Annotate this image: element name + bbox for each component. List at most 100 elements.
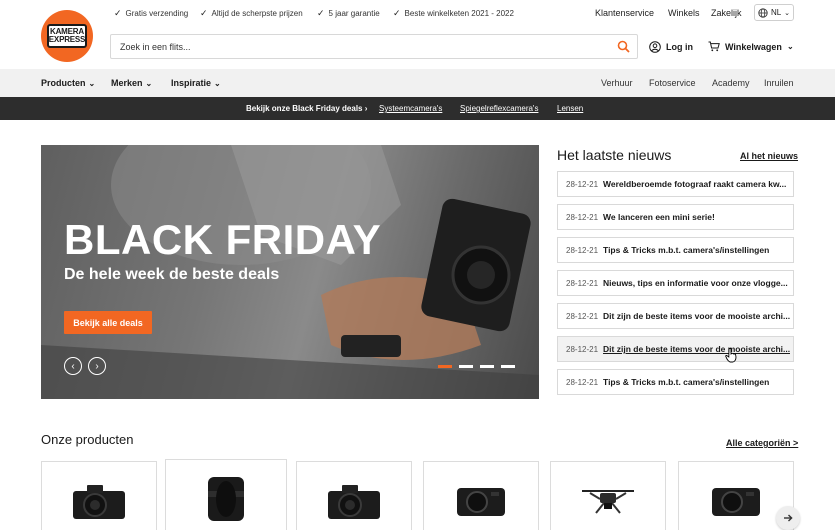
check-icon: ✓ xyxy=(393,8,401,18)
drone-icon xyxy=(582,490,634,514)
usp-warranty: ✓ 5 jaar garantie xyxy=(317,8,380,19)
kamera-express-logo[interactable]: KAMERA EXPRESS xyxy=(41,10,93,62)
search-bar[interactable]: Zoek in een flits... xyxy=(110,34,638,59)
product-card[interactable] xyxy=(423,461,539,530)
news-item[interactable]: 28-12-21 Tips & Tricks m.b.t. camera's/in… xyxy=(557,369,794,395)
usp-prices: ✓ Altijd de scherpste prijzen xyxy=(200,8,303,19)
search-input[interactable]: Zoek in een flits... xyxy=(120,42,191,52)
promo-link-lensen[interactable]: Lensen xyxy=(557,104,583,113)
slide-indicator-3[interactable] xyxy=(480,365,494,368)
hero-prev-button[interactable]: ‹ xyxy=(64,357,82,375)
slide-indicator-4[interactable] xyxy=(501,365,515,368)
nav-verhuur[interactable]: Verhuur xyxy=(601,78,633,88)
mirrorless-camera-icon xyxy=(73,485,125,519)
nav-label: Inspiratie xyxy=(171,78,212,88)
news-date: 28-12-21 xyxy=(566,278,599,288)
promo-link-spiegelreflex[interactable]: Spiegelreflexcamera's xyxy=(460,104,538,113)
nav-producten[interactable]: Producten ⌄ xyxy=(41,78,95,88)
news-item[interactable]: 28-12-21 We lanceren een mini serie! xyxy=(557,204,794,230)
usp-label: 5 jaar garantie xyxy=(328,9,380,18)
news-date: 28-12-21 xyxy=(566,245,599,255)
link-winkels[interactable]: Winkels xyxy=(668,8,700,18)
product-card[interactable] xyxy=(550,461,666,530)
user-icon xyxy=(649,41,661,53)
news-all-link[interactable]: Al het nieuws xyxy=(740,151,798,161)
slide-indicator-1[interactable] xyxy=(438,365,452,368)
slide-indicator-2[interactable] xyxy=(459,365,473,368)
search-icon[interactable] xyxy=(617,40,630,53)
usp-label: Beste winkelketen 2021 - 2022 xyxy=(404,9,514,18)
nav-inruilen[interactable]: Inruilen xyxy=(764,78,794,88)
cart-icon xyxy=(708,41,720,52)
hero-next-button[interactable]: › xyxy=(88,357,106,375)
products-heading: Onze producten xyxy=(41,432,134,447)
language-label: NL xyxy=(770,8,782,17)
news-date: 28-12-21 xyxy=(566,212,599,222)
check-icon: ✓ xyxy=(317,8,325,18)
login-button[interactable]: Log in xyxy=(649,41,693,53)
cart-button[interactable]: Winkelwagen ⌄ xyxy=(708,41,794,52)
cart-label: Winkelwagen xyxy=(725,41,782,52)
chevron-right-icon: › xyxy=(364,104,368,113)
news-title: Tips & Tricks m.b.t. camera's/instelling… xyxy=(603,377,770,387)
language-selector[interactable]: NL ⌄ xyxy=(754,4,794,21)
check-icon: ✓ xyxy=(200,8,208,18)
news-title: Tips & Tricks m.b.t. camera's/instelling… xyxy=(603,245,770,255)
news-title: Dit zijn de beste items voor de mooiste … xyxy=(603,311,791,321)
news-item[interactable]: 28-12-21 Tips & Tricks m.b.t. camera's/in… xyxy=(557,237,794,263)
products-next-button[interactable] xyxy=(776,506,800,530)
news-item[interactable]: 28-12-21 Wereldberoemde fotograaf raakt c… xyxy=(557,171,794,197)
chevron-down-icon: ⌄ xyxy=(145,78,153,88)
usp-award: ✓ Beste winkelketen 2021 - 2022 xyxy=(393,8,514,19)
globe-icon xyxy=(758,7,768,18)
nav-academy[interactable]: Academy xyxy=(712,78,750,88)
news-date: 28-12-21 xyxy=(566,311,599,321)
product-card[interactable] xyxy=(165,459,287,530)
logo-badge: KAMERA EXPRESS xyxy=(47,24,87,48)
news-heading: Het laatste nieuws xyxy=(557,147,672,163)
hero-cta-button[interactable]: Bekijk alle deals xyxy=(64,311,152,334)
login-label: Log in xyxy=(666,42,693,52)
news-title: We lanceren een mini serie! xyxy=(603,212,715,222)
chevron-left-icon: ‹ xyxy=(71,360,75,372)
usp-shipping: ✓ Gratis verzending xyxy=(114,8,188,19)
check-icon: ✓ xyxy=(114,8,122,18)
nav-label: Producten xyxy=(41,78,86,88)
chevron-down-icon: ⌄ xyxy=(786,42,794,51)
link-klantenservice[interactable]: Klantenservice xyxy=(595,8,654,18)
product-card[interactable] xyxy=(296,461,412,530)
mirrorless-camera-icon xyxy=(328,485,380,519)
news-title: Nieuws, tips en informatie voor onze vlo… xyxy=(603,278,788,288)
usp-label: Altijd de scherpste prijzen xyxy=(211,9,303,18)
nav-merken[interactable]: Merken ⌄ xyxy=(111,78,152,88)
hero-title: BLACK FRIDAY xyxy=(64,216,382,263)
compact-camera-icon xyxy=(457,488,505,516)
news-date: 28-12-21 xyxy=(566,179,599,189)
news-item-hovered[interactable]: 28-12-21 Dit zijn de beste items voor de … xyxy=(557,336,794,362)
chevron-right-icon: › xyxy=(95,360,99,372)
link-zakelijk[interactable]: Zakelijk xyxy=(711,8,742,18)
news-title: Wereldberoemde fotograaf raakt camera kw… xyxy=(603,179,787,189)
chevron-down-icon: ⌄ xyxy=(784,9,791,17)
arrow-right-icon xyxy=(784,514,793,522)
chevron-down-icon: ⌄ xyxy=(88,78,96,88)
nav-fotoservice[interactable]: Fotoservice xyxy=(649,78,696,88)
nav-inspiratie[interactable]: Inspiratie ⌄ xyxy=(171,78,221,88)
products-all-link[interactable]: Alle categoriën > xyxy=(726,438,798,448)
nav-label: Merken xyxy=(111,78,143,88)
promo-deals-label: Bekijk onze Black Friday deals xyxy=(246,104,363,113)
news-date: 28-12-21 xyxy=(566,344,599,354)
logo-text-line2: EXPRESS xyxy=(48,35,86,44)
compact-camera-icon xyxy=(712,488,760,516)
news-date: 28-12-21 xyxy=(566,377,599,387)
promo-link-systeemcameras[interactable]: Systeemcamera's xyxy=(379,104,442,113)
hero-subtitle: De hele week de beste deals xyxy=(64,266,280,283)
chevron-down-icon: ⌄ xyxy=(214,78,221,88)
promo-deals-link[interactable]: Bekijk onze Black Friday deals › xyxy=(246,104,367,113)
product-card[interactable] xyxy=(41,461,157,530)
hand-cursor-icon xyxy=(725,348,737,363)
news-item[interactable]: 28-12-21 Dit zijn de beste items voor de … xyxy=(557,303,794,329)
lens-icon xyxy=(208,477,244,521)
news-item[interactable]: 28-12-21 Nieuws, tips en informatie voor … xyxy=(557,270,794,296)
usp-label: Gratis verzending xyxy=(125,9,189,18)
